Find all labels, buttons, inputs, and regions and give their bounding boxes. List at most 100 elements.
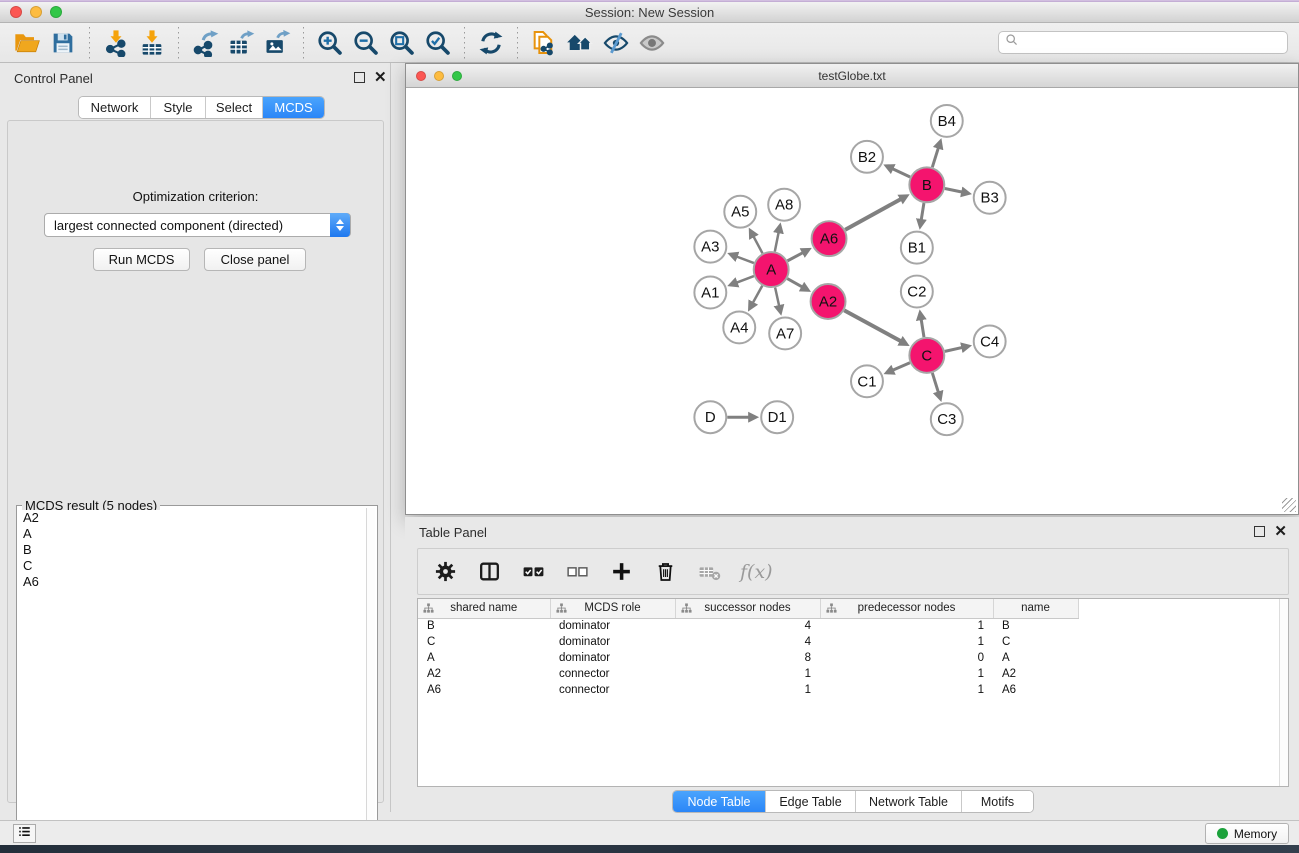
table-cell[interactable]: C [418,634,550,650]
columns-icon[interactable] [474,557,504,587]
delete-column-icon[interactable] [650,557,680,587]
table-row[interactable]: Bdominator41B [418,618,1288,634]
tab-node-table[interactable]: Node Table [673,791,766,812]
tab-motifs[interactable]: Motifs [962,791,1033,812]
add-column-icon[interactable] [606,557,636,587]
graph-node-A7[interactable]: A7 [769,317,801,349]
graph-edge-A-A5[interactable] [753,236,762,253]
zoom-in-icon[interactable] [312,26,348,60]
mcds-result-item[interactable]: A6 [19,574,365,590]
table-row[interactable]: A6connector11A6 [418,682,1288,698]
graph-node-B2[interactable]: B2 [851,141,883,173]
column-header-name[interactable]: name [993,599,1078,618]
window-titlebar[interactable]: Session: New Session [0,2,1299,23]
graph-node-A2[interactable]: A2 [811,284,846,319]
table-cell[interactable]: B [993,618,1078,634]
home-layout-icon[interactable] [562,26,598,60]
show-panel-icon[interactable] [634,26,670,60]
graph-node-C1[interactable]: C1 [851,365,883,397]
graph-edge-B-B3[interactable] [945,189,962,193]
table-cell[interactable]: B [418,618,550,634]
graph-node-A8[interactable]: A8 [768,189,800,221]
import-network-icon[interactable] [98,26,134,60]
close-panel-button[interactable]: Close panel [204,248,306,271]
graph-node-B1[interactable]: B1 [901,232,933,264]
graph-node-A[interactable]: A [754,252,789,287]
table-cell[interactable]: 1 [820,634,993,650]
tab-style[interactable]: Style [151,97,206,118]
tab-network-table[interactable]: Network Table [856,791,962,812]
mcds-result-scrollbar[interactable] [366,508,375,839]
graph-node-A3[interactable]: A3 [694,231,726,263]
graph-edge-B-B2[interactable] [892,169,910,177]
graph-node-A4[interactable]: A4 [723,311,755,343]
graph-edge-C-C2[interactable] [921,319,924,337]
table-cell[interactable]: A2 [418,666,550,682]
table-cell[interactable]: dominator [550,634,675,650]
float-table-panel-icon[interactable] [1254,526,1265,537]
close-table-panel-icon[interactable]: ✕ [1274,526,1287,537]
table-cell[interactable]: 1 [675,682,820,698]
network-canvas[interactable]: AA1A2A3A4A5A6A7A8BB1B2B3B4CC1C2C3C4DD1 [406,89,1298,514]
table-cell[interactable]: 1 [675,666,820,682]
mcds-result-item[interactable]: B [19,542,365,558]
graph-node-C[interactable]: C [909,338,944,373]
table-cell[interactable]: A6 [993,682,1078,698]
graph-node-D1[interactable]: D1 [761,401,793,433]
graph-node-A5[interactable]: A5 [724,196,756,228]
table-cell[interactable]: 0 [820,650,993,666]
tab-network[interactable]: Network [79,97,151,118]
graph-node-D[interactable]: D [694,401,726,433]
graph-edge-C-C4[interactable] [945,347,963,351]
table-cell[interactable]: A [993,650,1078,666]
export-image-icon[interactable] [259,26,295,60]
mcds-result-item[interactable]: A2 [19,510,365,526]
column-header-shared-name[interactable]: shared name [418,599,550,618]
graph-edge-A-A6[interactable] [787,253,803,261]
mcds-result-list[interactable]: A2ABCA6 [19,510,365,839]
hide-panel-icon[interactable] [598,26,634,60]
network-graph[interactable]: AA1A2A3A4A5A6A7A8BB1B2B3B4CC1C2C3C4DD1 [406,89,1298,514]
table-cell[interactable]: connector [550,682,675,698]
column-header-predecessor-nodes[interactable]: predecessor nodes [820,599,993,618]
mcds-result-item[interactable]: A [19,526,365,542]
deselect-all-icon[interactable] [562,557,592,587]
criterion-dropdown[interactable]: largest connected component (directed) [44,213,351,237]
table-cell[interactable]: 4 [675,634,820,650]
network-window-titlebar[interactable]: testGlobe.txt [406,64,1298,88]
table-scrollbar[interactable] [1279,599,1288,786]
tab-edge-table[interactable]: Edge Table [766,791,856,812]
graph-edge-A-A4[interactable] [753,286,763,303]
table-row[interactable]: Cdominator41C [418,634,1288,650]
window-resize-grip[interactable] [1282,498,1296,512]
table-cell[interactable]: 1 [820,618,993,634]
table-cell[interactable]: A6 [418,682,550,698]
table-cell[interactable]: dominator [550,650,675,666]
task-history-button[interactable] [13,824,36,843]
graph-node-A6[interactable]: A6 [812,221,847,256]
graph-node-C2[interactable]: C2 [901,276,933,308]
table-row[interactable]: Adominator80A [418,650,1288,666]
table-cell[interactable]: A2 [993,666,1078,682]
graph-edge-A-A2[interactable] [787,279,802,287]
graph-node-C4[interactable]: C4 [974,325,1006,357]
search-input[interactable] [1019,32,1287,53]
graph-node-B[interactable]: B [909,167,944,202]
network-view-window[interactable]: testGlobe.txt AA1A2A3A4A5A6A7A8BB1B2B3B4… [405,63,1299,515]
table-cell[interactable]: dominator [550,618,675,634]
import-table-icon[interactable] [134,26,170,60]
graph-edge-C-C3[interactable] [932,373,938,393]
table-cell[interactable]: 4 [675,618,820,634]
graph-edge-B-B4[interactable] [932,148,938,168]
run-mcds-button[interactable]: Run MCDS [93,248,190,271]
graph-edge-A2-C[interactable] [844,310,901,341]
column-header-MCDS-role[interactable]: MCDS role [550,599,675,618]
graph-node-C3[interactable]: C3 [931,403,963,435]
table-cell[interactable]: 8 [675,650,820,666]
gear-icon[interactable] [430,557,460,587]
mcds-result-item[interactable]: C [19,558,365,574]
graph-edge-A-A1[interactable] [736,276,753,283]
graph-node-B3[interactable]: B3 [974,182,1006,214]
graph-edge-C-C1[interactable] [893,363,910,370]
zoom-selected-icon[interactable] [420,26,456,60]
